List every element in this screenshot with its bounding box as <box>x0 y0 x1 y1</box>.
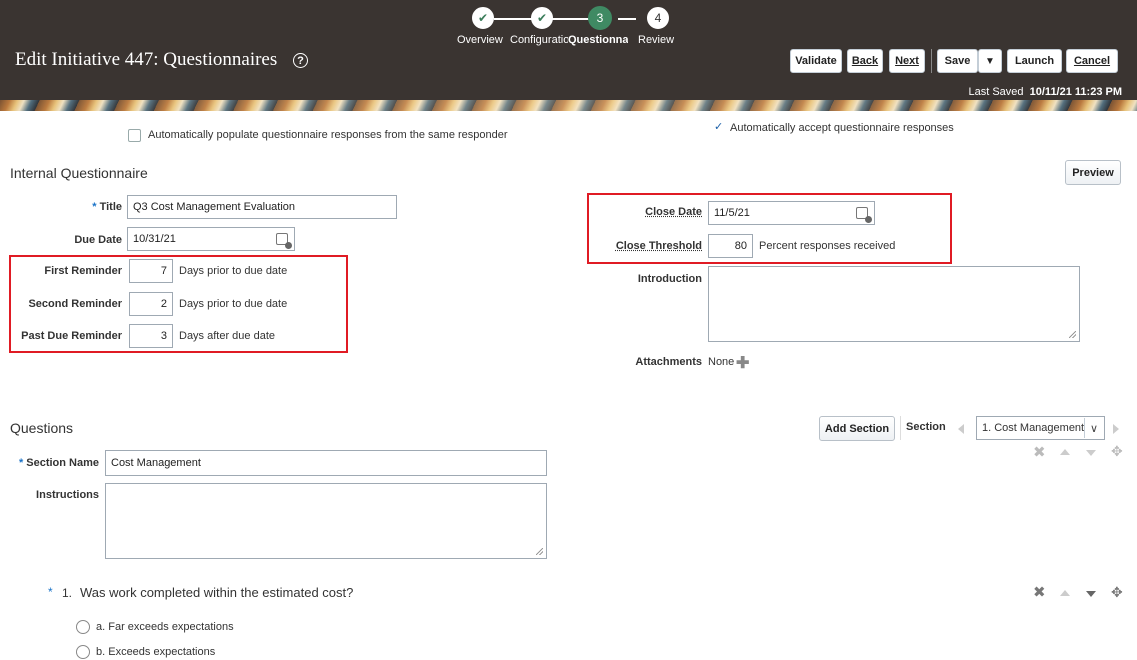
add-section-button[interactable]: Add Section <box>819 416 895 441</box>
cancel-button[interactable]: Cancel <box>1066 49 1118 73</box>
train-connector <box>552 18 590 20</box>
validate-button[interactable]: Validate <box>790 49 842 73</box>
option-label: a. Far exceeds expectations <box>96 621 234 633</box>
train-step-overview[interactable]: ✔ <box>472 7 494 29</box>
instructions-label: Instructions <box>36 489 99 501</box>
option-radio[interactable] <box>76 620 90 634</box>
section-name-label: * Section Name <box>18 457 99 469</box>
help-icon[interactable]: ? <box>293 53 308 68</box>
delete-question-icon[interactable]: ✖ <box>1033 585 1046 600</box>
checkmark-icon: ✔ <box>477 11 489 25</box>
move-question-icon[interactable]: ✥ <box>1111 585 1123 599</box>
auto-populate-label: Automatically populate questionnaire res… <box>148 129 508 141</box>
train-connector <box>494 18 536 20</box>
section-select[interactable]: 1. Cost Management ∨ <box>976 416 1105 440</box>
toolbar-separator <box>900 416 901 440</box>
instructions-textarea[interactable] <box>105 483 547 559</box>
page-header: ✔ ✔ 3 4 Overview Configuratio Questionna… <box>0 0 1137 100</box>
launch-button[interactable]: Launch <box>1007 49 1062 73</box>
required-marker: * <box>92 201 97 213</box>
checkmark-icon: ✔ <box>536 11 548 25</box>
train-step-configuration[interactable]: ✔ <box>531 7 553 29</box>
questions-heading: Questions <box>10 420 74 436</box>
section-name-input[interactable]: Cost Management <box>105 450 547 476</box>
train-step-questionnaires[interactable]: 3 <box>588 6 612 30</box>
page-title: Edit Initiative 447: Questionnaires <box>15 49 278 70</box>
move-section-icon[interactable]: ✥ <box>1111 444 1123 458</box>
auto-accept-label: Automatically accept questionnaire respo… <box>730 122 954 134</box>
move-section-down-icon[interactable] <box>1086 450 1096 456</box>
train-label-review[interactable]: Review <box>638 34 674 46</box>
auto-accept-checkbox[interactable]: ✓ <box>714 120 723 133</box>
train-step-review[interactable]: 4 <box>647 7 669 29</box>
internal-questionnaire-heading: Internal Questionnaire <box>10 165 148 181</box>
chevron-down-icon[interactable]: ∨ <box>1084 418 1103 438</box>
caret-down-icon: ▼ <box>985 55 995 67</box>
move-section-up-icon[interactable] <box>1060 449 1070 455</box>
introduction-textarea[interactable] <box>708 266 1080 342</box>
train-connector <box>618 18 636 20</box>
toolbar-separator <box>931 49 932 73</box>
move-question-up-icon[interactable] <box>1060 590 1070 596</box>
required-marker: * <box>48 585 53 599</box>
due-date-label: Due Date <box>74 234 122 246</box>
next-button[interactable]: Next <box>889 49 925 73</box>
move-question-down-icon[interactable] <box>1086 591 1096 597</box>
back-button[interactable]: Back <box>847 49 883 73</box>
train-label-configuration[interactable]: Configuratio <box>510 34 568 46</box>
title-label: * Title <box>92 201 122 213</box>
question-text: Was work completed within the estimated … <box>80 585 354 600</box>
introduction-label: Introduction <box>637 273 702 285</box>
option-radio[interactable] <box>76 645 90 659</box>
train-label-overview[interactable]: Overview <box>457 34 503 46</box>
close-settings-highlight-box <box>587 193 952 264</box>
add-attachment-icon[interactable]: ✚ <box>736 353 749 373</box>
preview-button[interactable]: Preview <box>1065 160 1121 185</box>
reminders-highlight-box <box>9 255 348 353</box>
required-marker: * <box>18 457 24 469</box>
question-number: 1. <box>62 586 73 600</box>
calendar-icon[interactable] <box>276 233 292 249</box>
due-date-input[interactable]: 10/31/21 <box>127 227 295 251</box>
title-input[interactable]: Q3 Cost Management Evaluation <box>127 195 397 219</box>
auto-populate-checkbox[interactable] <box>128 129 141 142</box>
attachments-value: None <box>708 356 735 368</box>
decorative-banner-overlay <box>0 100 1137 111</box>
last-saved: Last Saved 10/11/21 11:23 PM <box>968 86 1122 98</box>
train-label-questionnaires[interactable]: Questionna <box>568 34 628 46</box>
resize-grip-icon[interactable] <box>1069 331 1076 338</box>
section-label: Section <box>906 421 946 433</box>
option-label: b. Exceeds expectations <box>96 646 216 658</box>
resize-grip-icon[interactable] <box>536 548 543 555</box>
next-section-icon[interactable] <box>1113 424 1119 434</box>
previous-section-icon[interactable] <box>958 424 964 434</box>
attachments-label: Attachments <box>635 356 702 368</box>
save-menu-button[interactable]: ▼ <box>978 49 1002 73</box>
save-button[interactable]: Save <box>937 49 978 73</box>
delete-section-icon[interactable]: ✖ <box>1033 445 1046 460</box>
